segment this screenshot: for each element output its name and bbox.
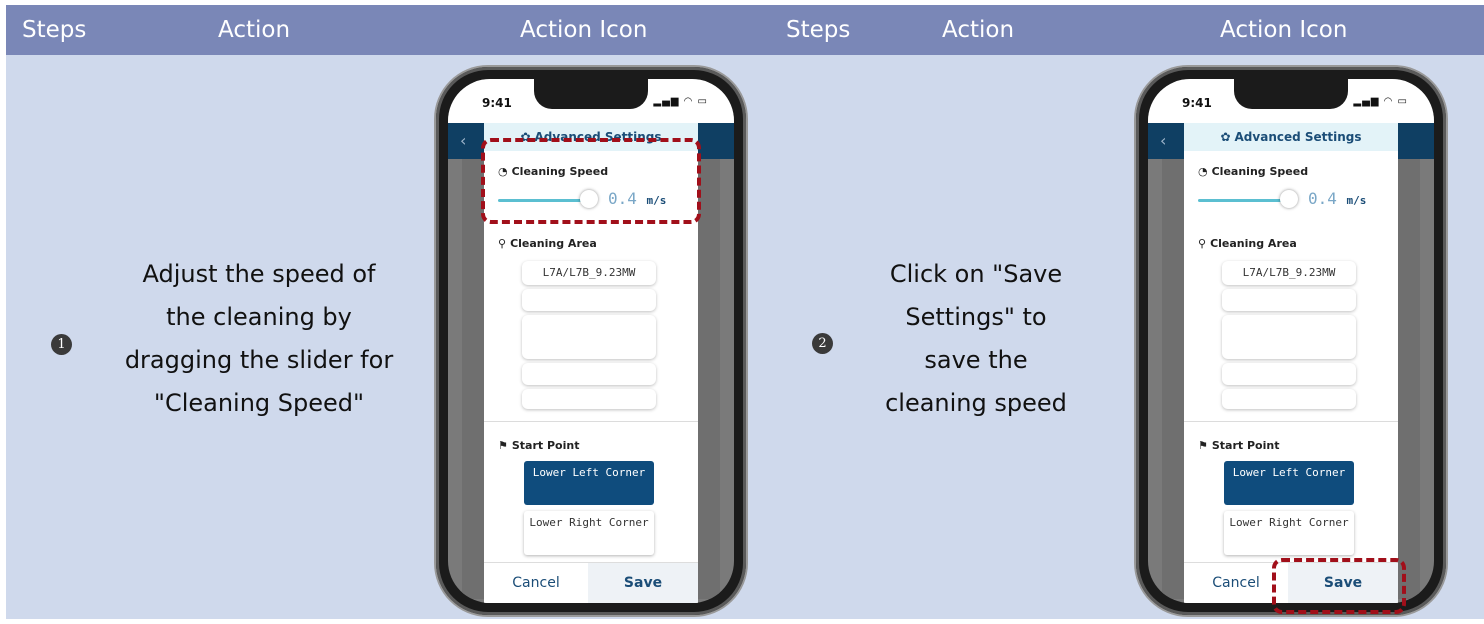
advanced-settings-modal: ✿ Advanced Settings ◔ Cleaning Speed 0.4 m… [1184, 123, 1398, 603]
phone-screen: 9:41 ▂▄▆ ◠ ▭ ‹ ✿ Advanced Settings ◔ Clean… [1148, 79, 1434, 603]
header-steps-2: Steps [786, 17, 851, 43]
instruction-table: Steps Action Action Icon Steps Action Ac… [6, 5, 1484, 619]
location-pin-icon: ⚲ [498, 237, 507, 250]
signal-icon: ▂▄▆ ◠ ▭ [1353, 96, 1408, 107]
flag-icon: ⚑ [498, 439, 508, 452]
status-time: 9:41 [482, 96, 512, 110]
status-bar: 9:41 ▂▄▆ ◠ ▭ [448, 79, 734, 123]
area-item-selected[interactable]: L7A/L7B_9.23MW [522, 261, 656, 285]
divider [484, 421, 698, 422]
list-item[interactable] [1222, 289, 1356, 311]
step-number-1: 1 [51, 334, 72, 355]
list-item[interactable] [1222, 389, 1356, 409]
area-label: ⚲ Cleaning Area [498, 237, 597, 250]
speed-slider-thumb[interactable] [1280, 190, 1298, 208]
start-option-lower-right[interactable]: Lower Right Corner [524, 511, 654, 555]
area-label: ⚲ Cleaning Area [1198, 237, 1297, 250]
signal-icon: ▂▄▆ ◠ ▭ [653, 96, 708, 107]
start-option-lower-left[interactable]: Lower Left Corner [1224, 461, 1354, 505]
save-button[interactable]: Save [588, 563, 698, 603]
header-action-icon: Action Icon [520, 17, 648, 43]
list-item[interactable] [522, 389, 656, 409]
header-action: Action [218, 17, 291, 43]
speedometer-icon: ◔ [1198, 165, 1208, 178]
notch [534, 79, 648, 109]
flag-icon: ⚑ [1198, 439, 1208, 452]
step-1-action-text: Adjust the speed of the cleaning by drag… [124, 260, 394, 417]
modal-title: ✿ Advanced Settings [1184, 123, 1398, 151]
header-steps: Steps [22, 17, 87, 43]
start-option-lower-right[interactable]: Lower Right Corner [1224, 511, 1354, 555]
status-time: 9:41 [1182, 96, 1212, 110]
cancel-button[interactable]: Cancel [484, 563, 588, 603]
back-chevron-icon[interactable]: ‹ [1160, 131, 1166, 150]
back-chevron-icon[interactable]: ‹ [460, 131, 466, 150]
list-item[interactable] [522, 315, 656, 359]
start-option-lower-left[interactable]: Lower Left Corner [524, 461, 654, 505]
list-item[interactable] [522, 289, 656, 311]
list-item[interactable] [1222, 363, 1356, 385]
speed-label: ◔ Cleaning Speed [1198, 165, 1309, 178]
start-point-label: ⚑ Start Point [498, 439, 580, 452]
gear-icon: ✿ [1220, 130, 1231, 144]
step-number-2: 2 [812, 333, 833, 354]
list-item[interactable] [522, 363, 656, 385]
highlight-save-button [1272, 558, 1406, 614]
modal-footer: Cancel Save [484, 562, 698, 603]
highlight-speed-setting [481, 138, 701, 224]
table-header: Steps Action Action Icon Steps Action Ac… [6, 5, 1484, 55]
location-pin-icon: ⚲ [1198, 237, 1207, 250]
speed-value: 0.4 m/s [1308, 189, 1367, 208]
divider [1184, 421, 1398, 422]
phone-mockup-2: 9:41 ▂▄▆ ◠ ▭ ‹ ✿ Advanced Settings ◔ Clean… [1136, 67, 1446, 615]
start-point-label: ⚑ Start Point [1198, 439, 1280, 452]
list-item[interactable] [1222, 315, 1356, 359]
header-action-2: Action [942, 17, 1015, 43]
step-2-action-text: Click on "Save Settings" to save the cle… [885, 260, 1067, 417]
status-bar: 9:41 ▂▄▆ ◠ ▭ [1148, 79, 1434, 123]
area-item-selected[interactable]: L7A/L7B_9.23MW [1222, 261, 1356, 285]
header-action-icon-2: Action Icon [1220, 17, 1348, 43]
notch [1234, 79, 1348, 109]
